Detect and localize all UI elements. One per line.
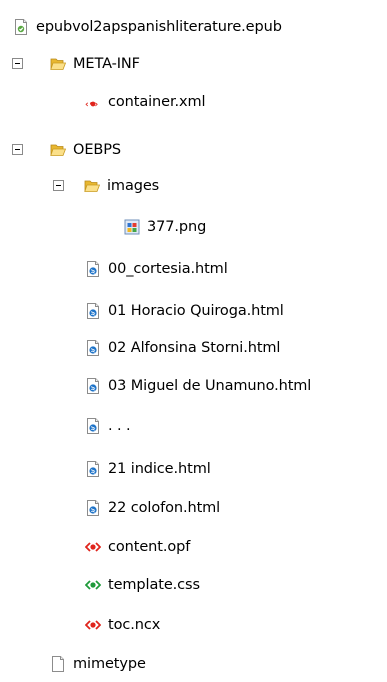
html-file-icon <box>85 378 101 394</box>
tree-item-images[interactable]: images <box>84 174 159 198</box>
html-file-icon <box>85 261 101 277</box>
html-file-icon <box>85 340 101 356</box>
tree-item-label: META-INF <box>73 56 140 72</box>
tree-item-meta-inf[interactable]: META-INF <box>50 52 140 76</box>
tree-item-label: 22 colofon.html <box>108 500 221 516</box>
tree-item-03-miguel-de-unamuno[interactable]: 03 Miguel de Unamuno.html <box>85 374 311 398</box>
tree-item-label: . . . <box>108 418 131 434</box>
tree-item-label: epubvol2apspanishliterature.epub <box>36 19 282 35</box>
tree-item-epub-root[interactable]: epubvol2apspanishliterature.epub <box>13 15 282 39</box>
tree-item-label: mimetype <box>73 656 146 672</box>
tree-item-ellipsis[interactable]: . . . <box>85 414 131 438</box>
xml-file-icon: ‹•› <box>85 94 101 110</box>
tree-item-label: 21 indice.html <box>108 461 211 477</box>
tree-item-label: content.opf <box>108 539 191 555</box>
tree-item-label: 377.png <box>147 219 207 235</box>
tree-item-oebps[interactable]: OEBPS <box>50 138 121 162</box>
html-file-icon <box>85 418 101 434</box>
tree-item-label: 03 Miguel de Unamuno.html <box>108 378 312 394</box>
folder-open-icon <box>50 56 66 72</box>
tree-item-label: images <box>107 178 160 194</box>
tree-item-label: 01 Horacio Quiroga.html <box>108 303 284 319</box>
tree-item-label: container.xml <box>108 94 206 110</box>
tree-item-label: 00_cortesia.html <box>108 261 228 277</box>
collapse-toggle-images[interactable] <box>53 180 64 191</box>
tree-item-toc-ncx[interactable]: toc.ncx <box>85 613 160 637</box>
image-file-icon <box>124 219 140 235</box>
collapse-toggle-oebps[interactable] <box>12 144 23 155</box>
html-file-icon <box>85 303 101 319</box>
html-file-icon <box>85 500 101 516</box>
collapse-toggle-meta-inf[interactable] <box>12 58 23 69</box>
tree-item-label: template.css <box>108 577 200 593</box>
tree-item-label: toc.ncx <box>108 617 161 633</box>
folder-open-icon <box>50 142 66 158</box>
tree-item-content-opf[interactable]: content.opf <box>85 535 190 559</box>
xml-file-icon <box>85 617 101 633</box>
tree-item-container-xml[interactable]: ‹•› container.xml <box>85 90 206 114</box>
html-file-icon <box>85 461 101 477</box>
tree-item-mimetype[interactable]: mimetype <box>50 652 146 676</box>
tree-item-02-alfonsina-storni[interactable]: 02 Alfonsina Storni.html <box>85 336 280 360</box>
tree-item-21-indice[interactable]: 21 indice.html <box>85 457 211 481</box>
epub-file-icon <box>13 19 29 35</box>
tree-item-label: 02 Alfonsina Storni.html <box>108 340 281 356</box>
tree-item-377-png[interactable]: 377.png <box>124 215 206 239</box>
tree-item-template-css[interactable]: template.css <box>85 573 200 597</box>
tree-item-label: OEBPS <box>73 142 121 158</box>
css-file-icon <box>85 577 101 593</box>
blank-file-icon <box>50 656 66 672</box>
tree-item-22-colofon[interactable]: 22 colofon.html <box>85 496 220 520</box>
tree-item-00-cortesia[interactable]: 00_cortesia.html <box>85 257 228 281</box>
tree-item-01-horacio-quiroga[interactable]: 01 Horacio Quiroga.html <box>85 299 284 323</box>
epub-file-tree: epubvol2apspanishliterature.epub META-IN… <box>0 0 387 682</box>
xml-file-icon <box>85 539 101 555</box>
folder-open-icon <box>84 178 100 194</box>
